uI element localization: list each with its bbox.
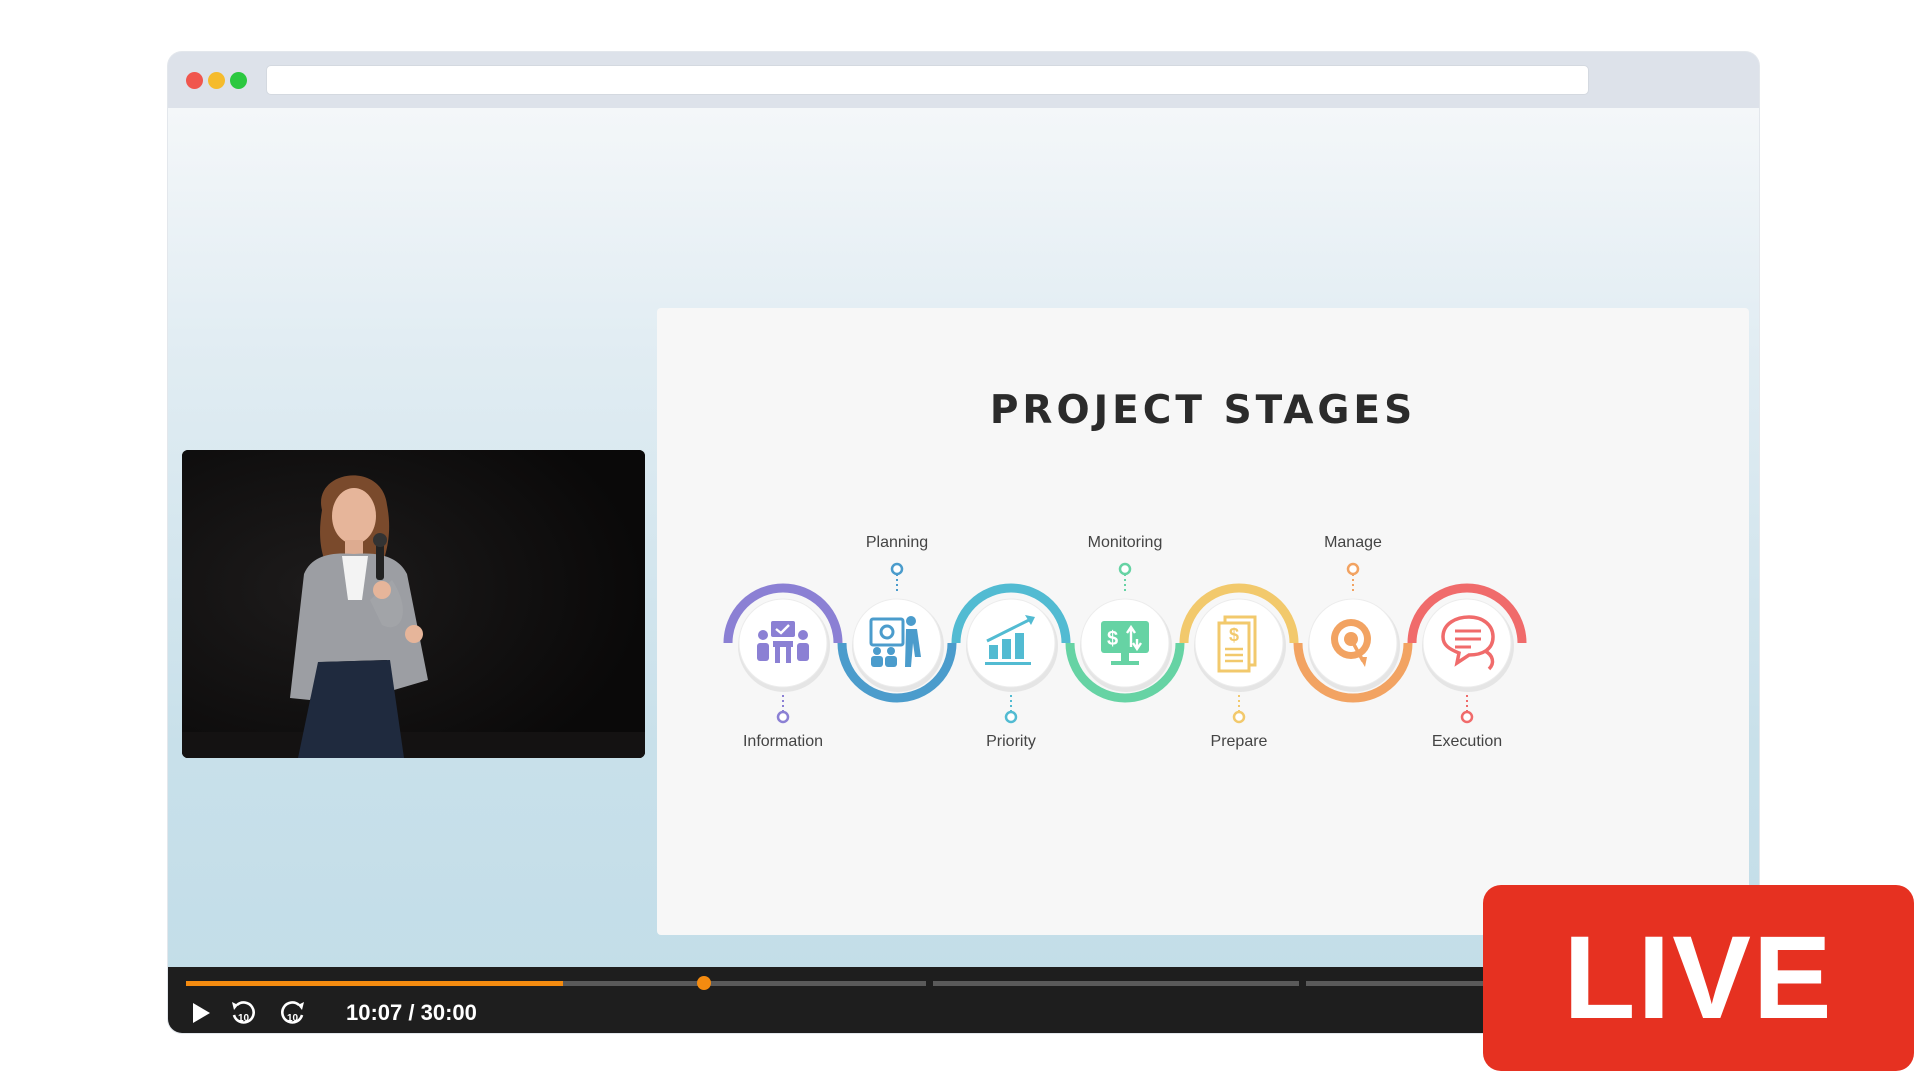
maximize-window-button[interactable] (230, 72, 247, 89)
svg-text:10: 10 (287, 1013, 299, 1024)
stage-pin (1460, 710, 1474, 724)
play-button[interactable] (188, 999, 214, 1027)
progress-scrubber[interactable] (697, 976, 712, 990)
stage-information: Information (723, 583, 843, 750)
stage-label: Priority (986, 733, 1036, 750)
live-badge: LIVE (1483, 885, 1914, 1071)
stage-label: Monitoring (1088, 534, 1163, 551)
browser-titlebar (168, 52, 1759, 108)
stage-pin (1232, 710, 1246, 724)
svg-text:10: 10 (238, 1013, 250, 1024)
time-display: 10:07 / 30:00 (346, 1000, 477, 1025)
play-icon (193, 1003, 210, 1023)
presentation-slide: PROJECT STAGES Information Planning Priori… (657, 308, 1749, 935)
rewind-10-icon: 10 (232, 1001, 255, 1024)
progress-segment-1[interactable] (563, 981, 926, 986)
svg-text:$: $ (1229, 625, 1239, 645)
stage-label: Planning (866, 534, 928, 551)
presenter-image (182, 450, 645, 758)
live-badge-text: LIVE (1563, 912, 1834, 1044)
close-window-button[interactable] (186, 72, 203, 89)
stage-monitoring: $ Monitoring (1065, 534, 1185, 703)
document-dollar-icon: $ (1217, 615, 1257, 673)
stage-disc (852, 598, 942, 688)
forward-10-button[interactable]: 10 (278, 999, 308, 1027)
stage-execution: Execution (1407, 583, 1527, 750)
stage-planning: Planning (837, 534, 957, 703)
project-stages-diagram: Information Planning Priority $ Monitoring $ P… (723, 534, 1527, 750)
stage-pin (1118, 562, 1132, 576)
presenter-camera-feed (182, 450, 645, 758)
stage-label: Prepare (1211, 733, 1268, 750)
stage-pin (890, 562, 904, 576)
progress-segment-2[interactable] (933, 981, 1299, 986)
stage-disc (1422, 598, 1512, 688)
stage-prepare: $ Prepare (1179, 583, 1299, 750)
rewind-10-button[interactable]: 10 (228, 999, 258, 1027)
stage-label: Manage (1324, 534, 1382, 551)
stage-pin (1004, 710, 1018, 724)
forward-10-icon: 10 (281, 1001, 304, 1024)
stage-priority: Priority (951, 583, 1071, 750)
stage-pin (776, 710, 790, 724)
address-bar[interactable] (266, 65, 1589, 95)
stage-pin (1346, 562, 1360, 576)
stage-label: Execution (1432, 733, 1502, 750)
stage-manage: Manage (1293, 534, 1413, 703)
minimize-window-button[interactable] (208, 72, 225, 89)
stage-label: Information (743, 733, 823, 750)
svg-text:$: $ (1107, 628, 1118, 650)
